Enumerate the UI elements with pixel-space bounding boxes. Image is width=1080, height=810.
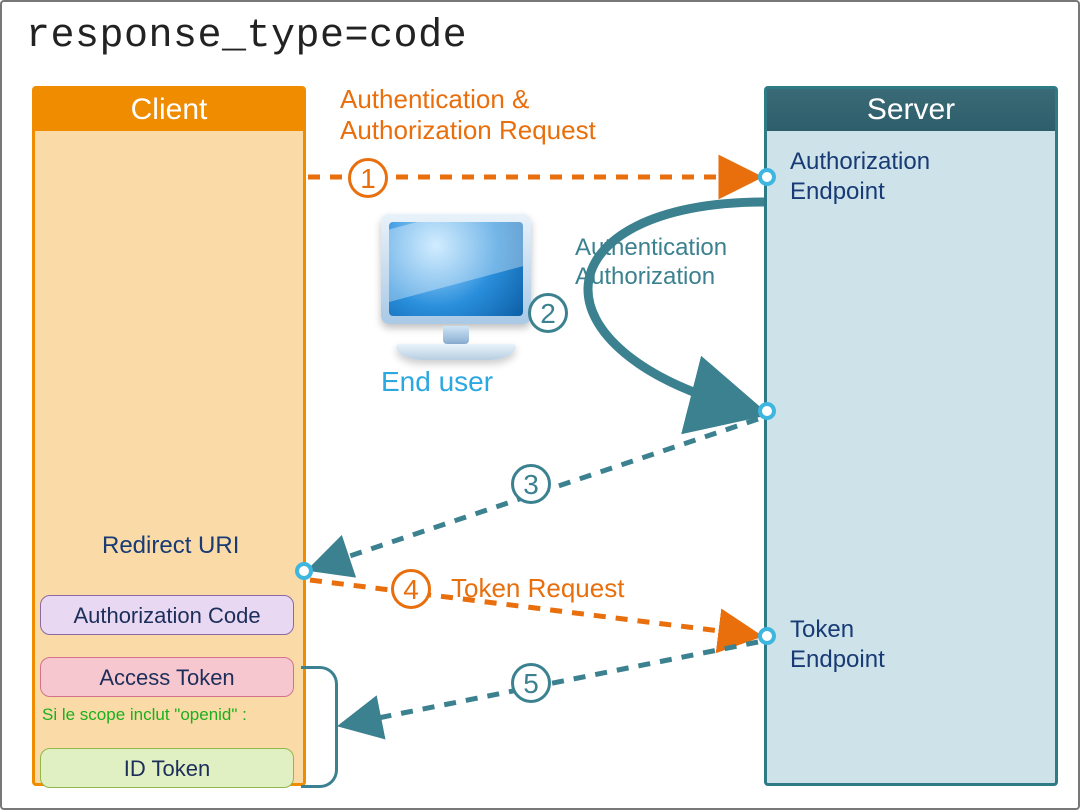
authn-authz-label: AuthenticationAuthorization: [575, 234, 727, 292]
node-authorization-response: [758, 402, 776, 420]
authorization-code-pill: Authorization Code: [40, 595, 294, 635]
step-2: 2: [528, 293, 568, 333]
authorization-endpoint-label: AuthorizationEndpoint: [790, 147, 930, 207]
step-3: 3: [511, 464, 551, 504]
token-bracket: [301, 666, 338, 788]
scope-note: Si le scope inclut "openid" :: [42, 704, 296, 725]
id-token-pill: ID Token: [40, 748, 294, 788]
token-request-label: Token Request: [451, 573, 624, 604]
server-header: Server: [767, 89, 1055, 131]
computer-icon: [381, 214, 531, 360]
step-4: 4: [391, 569, 431, 609]
access-token-pill: Access Token: [40, 657, 294, 697]
node-token-endpoint: [758, 627, 776, 645]
node-redirect-uri: [295, 562, 313, 580]
step-1: 1: [348, 158, 388, 198]
end-user-label: End user: [381, 366, 493, 398]
step-5: 5: [511, 663, 551, 703]
diagram-frame: response_type=code Client Redirect URI A…: [0, 0, 1080, 810]
auth-request-label: Authentication &Authorization Request: [340, 84, 596, 146]
client-header: Client: [35, 89, 303, 131]
token-endpoint-label: TokenEndpoint: [790, 615, 885, 675]
node-authorization-endpoint-1: [758, 168, 776, 186]
page-title: response_type=code: [26, 14, 467, 59]
redirect-uri-label: Redirect URI: [102, 532, 239, 560]
